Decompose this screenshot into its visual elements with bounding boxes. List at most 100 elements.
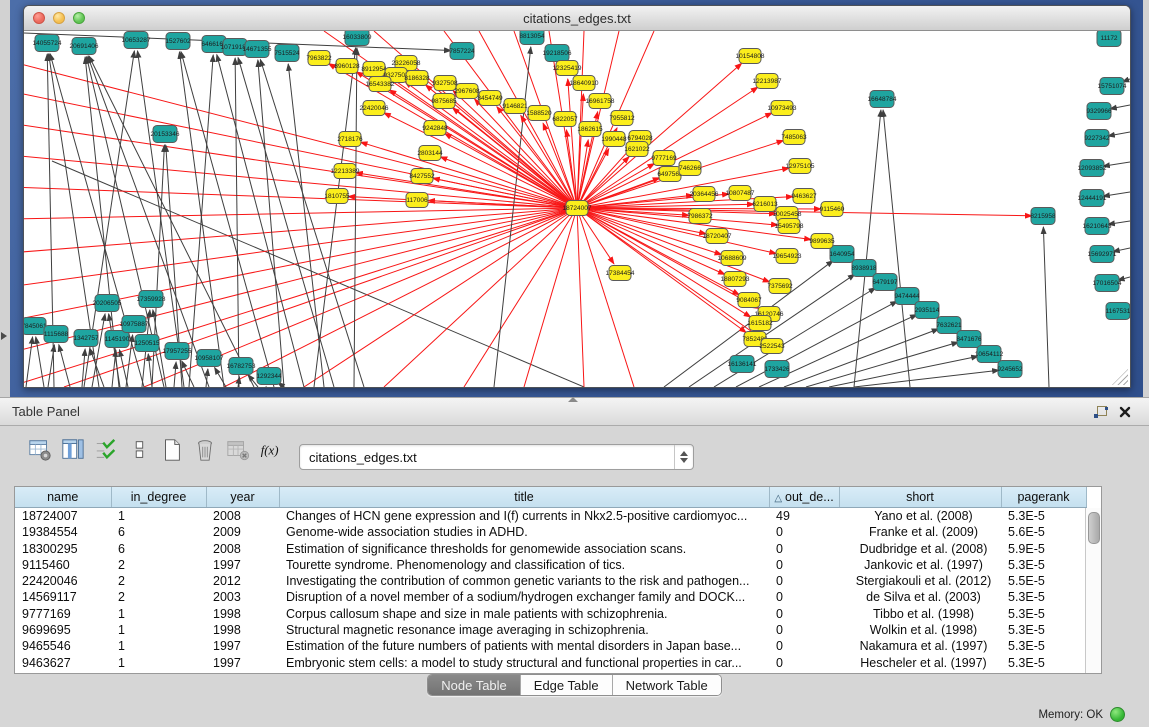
network-graph-canvas[interactable]: 1405572420691406106532871527602646616110… [24, 31, 1130, 387]
minimize-window-button[interactable] [53, 12, 65, 24]
close-window-button[interactable] [33, 12, 45, 24]
graph-node[interactable]: 2803144 [417, 146, 443, 161]
graph-node[interactable]: 7632621 [936, 317, 962, 334]
column-header-title[interactable]: title [279, 487, 769, 508]
column-header-in-degree[interactable]: in_degree [111, 487, 206, 508]
graph-node[interactable]: 9084067 [736, 293, 762, 308]
graph-node[interactable]: 16961758 [586, 94, 615, 109]
graph-node[interactable]: 1342757 [73, 330, 99, 347]
graph-node[interactable]: 9146821 [502, 99, 528, 114]
graph-edge[interactable] [784, 329, 939, 387]
column-header-year[interactable]: year [206, 487, 279, 508]
graph-node[interactable]: 10654112 [975, 346, 1004, 363]
graph-node[interactable]: 2522543 [759, 339, 785, 354]
graph-node[interactable]: 6216013 [752, 197, 778, 212]
graph-node[interactable]: 19218506 [543, 45, 572, 62]
graph-node[interactable]: 1640954 [829, 246, 855, 263]
graph-node[interactable]: 12213987 [753, 74, 782, 89]
graph-node[interactable]: 7485063 [781, 130, 807, 145]
graph-node[interactable]: 10688609 [718, 251, 747, 266]
graph-node[interactable]: 14055724 [33, 35, 62, 52]
graph-node[interactable]: 16543382 [366, 77, 395, 92]
table-row[interactable]: 911546021997Tourette syndrome. Phenomeno… [15, 557, 1086, 573]
table-vertical-scrollbar[interactable] [1085, 508, 1101, 673]
graph-node[interactable]: 1527602 [165, 33, 191, 50]
tab-network-table[interactable]: Network Table [613, 675, 721, 695]
graph-edge[interactable] [1103, 192, 1130, 196]
graph-edge[interactable] [24, 155, 577, 208]
graph-node[interactable]: 15751074 [1098, 78, 1127, 95]
graph-edge[interactable] [1103, 162, 1130, 166]
graph-node[interactable]: 17359928 [137, 291, 166, 308]
graph-node[interactable]: 12975105 [786, 159, 815, 174]
graph-node[interactable]: 19654923 [773, 249, 802, 264]
graph-node[interactable]: 14671355 [243, 41, 272, 58]
graph-edge[interactable] [577, 208, 746, 332]
citation-network-graph[interactable]: 1405572420691406106532871527602646616110… [24, 31, 1130, 387]
scrollbar-thumb[interactable] [1088, 512, 1100, 544]
select-rows-icon[interactable] [94, 437, 118, 463]
table-row[interactable]: 946554611997Estimation of the future num… [15, 638, 1086, 654]
graph-node[interactable]: 8215958 [1030, 208, 1056, 225]
tab-edge-table[interactable]: Edge Table [521, 675, 613, 695]
graph-node[interactable]: 20691406 [70, 38, 99, 55]
network-window-titlebar[interactable]: citations_edges.txt [24, 6, 1130, 31]
graph-node[interactable]: 16033809 [343, 31, 372, 46]
graph-node[interactable]: 1250515 [134, 335, 160, 352]
column-edit-icon[interactable] [61, 437, 85, 463]
graph-node[interactable]: 7375692 [767, 279, 793, 294]
graph-node[interactable]: 9227342 [1084, 130, 1110, 147]
column-header-name[interactable]: name [15, 487, 111, 508]
collapsed-panel-arrow-icon[interactable] [1, 332, 7, 340]
graph-edge[interactable] [883, 110, 910, 387]
graph-edge[interactable] [235, 58, 239, 387]
graph-edge[interactable] [1108, 132, 1130, 136]
graph-node[interactable]: 17384454 [606, 266, 635, 281]
new-table-icon[interactable] [160, 437, 184, 463]
graph-node[interactable]: 1862615 [577, 122, 603, 137]
float-window-icon[interactable] [1089, 402, 1113, 422]
clear-selection-icon[interactable] [127, 437, 151, 463]
graph-node[interactable]: 1167531 [1106, 303, 1130, 320]
table-row[interactable]: 2242004622012Investigating the contribut… [15, 573, 1086, 589]
graph-node[interactable]: 12444191 [1078, 190, 1107, 207]
graph-node[interactable]: 16782753 [227, 358, 256, 375]
graph-node[interactable]: 7986372 [687, 209, 713, 224]
column-header-pagerank[interactable]: pagerank [1001, 487, 1086, 508]
graph-node[interactable]: 8186328 [404, 71, 430, 86]
graph-edge[interactable] [24, 208, 577, 287]
graph-node[interactable]: 18807293 [721, 272, 750, 287]
graph-edge[interactable] [829, 356, 978, 387]
graph-node[interactable]: 1733426 [764, 361, 790, 378]
graph-node[interactable]: 6479197 [872, 274, 898, 291]
graph-node[interactable]: 9463627 [791, 189, 817, 204]
graph-node[interactable]: 1810755 [324, 189, 350, 204]
tab-node-table[interactable]: Node Table [428, 675, 521, 695]
table-row[interactable]: 1872400712008Changes of HCN gene express… [15, 508, 1086, 525]
graph-node[interactable]: 15692971 [1088, 246, 1117, 263]
graph-node[interactable]: 8471676 [956, 331, 982, 348]
column-header-out-de-[interactable]: △out_de... [769, 487, 839, 508]
graph-edge[interactable] [445, 133, 577, 208]
graph-node[interactable]: 10154808 [736, 49, 765, 64]
column-header-short[interactable]: short [839, 487, 1001, 508]
panel-splitter-handle[interactable] [568, 397, 578, 402]
graph-node[interactable]: 9899635 [809, 234, 835, 249]
graph-node[interactable]: 20364456 [690, 187, 719, 202]
graph-node[interactable]: 17957255 [163, 343, 192, 360]
graph-node[interactable]: 12093852 [1078, 160, 1107, 177]
graph-node[interactable]: 20206505 [93, 295, 122, 312]
graph-edge[interactable] [577, 208, 584, 387]
graph-edge[interactable] [854, 110, 881, 387]
graph-node[interactable]: 10807487 [726, 186, 755, 201]
graph-edge[interactable] [148, 354, 152, 387]
graph-node[interactable]: 22420046 [360, 101, 389, 116]
graph-node[interactable]: 7955812 [609, 111, 635, 126]
graph-node[interactable]: 16136141 [728, 356, 757, 373]
graph-node[interactable]: 2718176 [337, 132, 363, 147]
graph-node[interactable]: 1621022 [624, 142, 650, 157]
graph-node[interactable]: 11172 [1097, 31, 1121, 47]
graph-node[interactable]: 9245652 [997, 361, 1023, 378]
graph-node[interactable]: 17016504 [1093, 275, 1122, 292]
delete-table-icon[interactable] [226, 437, 250, 463]
